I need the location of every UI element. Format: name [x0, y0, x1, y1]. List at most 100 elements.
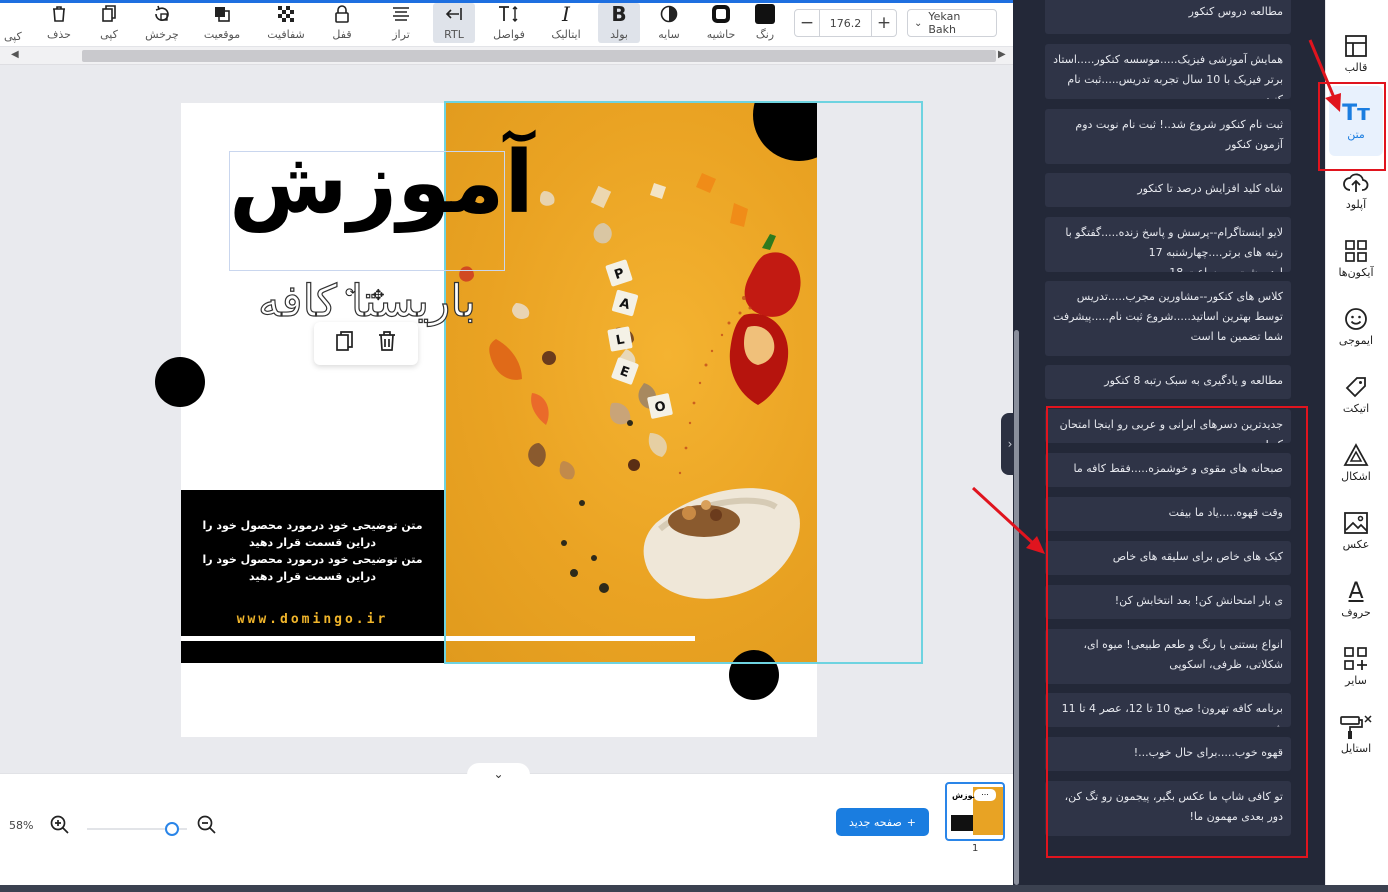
text-template-item[interactable]: شاه کلید افزایش درصد تا کنکور	[1045, 173, 1291, 207]
font-family-select[interactable]: ⌄ Yekan Bakh	[907, 9, 997, 37]
text-template-item[interactable]: جدیدترین دسرهای ایرانی و عربی رو اینجا ا…	[1045, 409, 1291, 443]
new-page-label: صفحه جدید	[848, 815, 902, 829]
rail-image[interactable]: عکس	[1329, 510, 1383, 551]
border-button[interactable]: حاشیه	[706, 3, 736, 43]
move-handle-icon[interactable]: ✥	[372, 286, 385, 304]
rail-tag[interactable]: اتیکت	[1329, 374, 1383, 415]
lock-button[interactable]: قفل	[329, 3, 355, 43]
element-context-menu	[314, 322, 418, 365]
spacing-button[interactable]: فواصل	[490, 3, 528, 43]
promo-text-line-4[interactable]: دراین قسمت قرار دهید	[181, 570, 444, 583]
text-template-item[interactable]: ثبت نام کنکور شروع شد..! ثبت نام نوبت دو…	[1045, 109, 1291, 164]
text-template-item[interactable]: مطالعه و یادگیری به سبک رتبه 8 کنکور	[1045, 365, 1291, 399]
font-size-stepper[interactable]: − 176.2 +	[794, 9, 897, 37]
minus-icon[interactable]: −	[795, 10, 819, 36]
rail-icons[interactable]: آیکون‌ها	[1329, 238, 1383, 279]
text-template-item[interactable]: لایو اینستاگرام--پرسش و پاسخ زنده.....گف…	[1045, 217, 1291, 272]
rail-upload-label: آپلود	[1345, 198, 1367, 211]
border-icon	[711, 3, 731, 25]
color-button[interactable]: رنگ	[752, 3, 778, 43]
duplicate-icon[interactable]	[335, 330, 355, 357]
text-template-item[interactable]: صبحانه های مقوی و خوشمزه.....فقط کافه ما	[1045, 453, 1291, 487]
shapes-icon	[1343, 442, 1369, 468]
text-template-item[interactable]: همایش آموزشی فیزیک.....موسسه کنکور.....ا…	[1045, 44, 1291, 99]
rail-upload[interactable]: آپلود	[1329, 170, 1383, 211]
collapse-tab[interactable]: ⌄	[467, 763, 530, 785]
copy-icon	[101, 3, 117, 25]
text-template-item[interactable]: کلاس های کنکور--مشاورین مجرب.....تدریس ت…	[1045, 281, 1291, 356]
scroll-right-icon[interactable]: ▶	[998, 49, 1006, 60]
text-template-item[interactable]: مطالعه دروس کنکور	[1045, 0, 1291, 34]
plus-icon[interactable]: +	[872, 10, 896, 36]
font-size-value[interactable]: 176.2	[819, 10, 872, 36]
text-template-item[interactable]: ی بار امتحانش کن! بعد انتخابش کن!	[1045, 585, 1291, 619]
rail-tag-label: اتیکت	[1342, 402, 1370, 415]
copy-button[interactable]: کپی	[95, 3, 123, 43]
promo-text-line-3[interactable]: متن توضیحی خود درمورد محصول خود را	[181, 553, 444, 566]
decor-circle-bottom[interactable]	[729, 650, 779, 700]
template-icon	[1344, 33, 1368, 59]
decor-circle-left[interactable]	[155, 357, 205, 407]
copy-label-partial: کپی	[4, 30, 22, 43]
trash-icon[interactable]	[377, 330, 397, 357]
plus-icon: +	[906, 815, 917, 829]
bold-label: بولد	[610, 28, 628, 41]
rotate-label: چرخش	[145, 28, 179, 41]
position-button[interactable]: موقعیت	[201, 3, 243, 43]
text-template-item[interactable]: قهوه خوب.....برای حال خوب...!	[1045, 737, 1291, 771]
rtl-button[interactable]: RTL	[433, 3, 475, 43]
chevron-down-icon: ⌄	[493, 767, 504, 781]
italic-button[interactable]: I ایتالیک	[547, 3, 585, 43]
rail-shapes[interactable]: اشکال	[1329, 442, 1383, 483]
scrollbar-thumb[interactable]	[82, 50, 996, 62]
align-button[interactable]: تراز	[388, 3, 414, 43]
zoom-in-icon[interactable]	[50, 815, 70, 840]
spacing-label: فواصل	[493, 28, 525, 41]
thumbnail-menu-icon[interactable]: ...	[974, 789, 996, 801]
rotate-icon	[152, 3, 172, 25]
promo-text-line-1[interactable]: متن توضیحی خود درمورد محصول خود را	[181, 519, 444, 532]
rail-letters[interactable]: A حروف	[1329, 578, 1383, 620]
rail-text[interactable]: Tт متن	[1329, 100, 1383, 142]
new-page-button[interactable]: صفحه جدید +	[836, 808, 929, 836]
decor-line[interactable]	[181, 636, 695, 641]
text-icon: Tт	[1342, 100, 1370, 126]
chevron-right-icon: ›	[1007, 437, 1013, 451]
editor-root: کپی حذف کپی چرخش موقعیت شفافیت قفل تراز …	[0, 0, 1388, 892]
bold-button[interactable]: B بولد	[598, 3, 640, 43]
text-template-item[interactable]: انواع بستنی با رنگ و طعم طبیعی! میوه ای،…	[1045, 629, 1291, 684]
horizontal-scrollbar[interactable]: ◀ ▶	[0, 47, 1013, 65]
rotate-button[interactable]: چرخش	[145, 3, 179, 43]
rtl-label: RTL	[444, 28, 464, 41]
rail-emoji[interactable]: ایموجی	[1329, 306, 1383, 347]
rail-more[interactable]: سایر	[1329, 646, 1383, 687]
chevron-down-icon: ⌄	[914, 17, 923, 29]
rotate-handle-icon[interactable]: ⟳	[345, 286, 356, 301]
website-url[interactable]: www.domingo.ir	[181, 612, 444, 627]
page-thumbnail[interactable]: آموزش ...	[945, 782, 1005, 841]
text-template-item[interactable]: برنامه کافه تهرون! صبح 10 تا 12، عصر 4 ت…	[1045, 693, 1291, 727]
color-label: رنگ	[755, 28, 775, 41]
scroll-left-icon[interactable]: ◀	[11, 49, 19, 60]
delete-button[interactable]: حذف	[45, 3, 73, 43]
page-number: 1	[972, 843, 979, 854]
rail-template[interactable]: قالب	[1329, 33, 1383, 74]
text-template-item[interactable]: وقت قهوه.....یاد ما بیفت	[1045, 497, 1291, 531]
border-label: حاشیه	[706, 28, 736, 41]
zoom-out-icon[interactable]	[197, 815, 217, 840]
trash-icon	[51, 3, 67, 25]
design-subtitle[interactable]: باریستا کافه	[229, 279, 505, 324]
shadow-button[interactable]: سایه	[656, 3, 682, 43]
design-title[interactable]: آموزش	[229, 140, 534, 226]
text-template-item[interactable]: کیک های خاص برای سلیقه های خاص	[1045, 541, 1291, 575]
checker-icon	[278, 3, 294, 25]
bold-icon: B	[611, 2, 627, 26]
opacity-button[interactable]: شفافیت	[265, 3, 307, 43]
delete-label: حذف	[47, 28, 71, 41]
zoom-slider-handle[interactable]	[165, 822, 179, 836]
promo-text-line-2[interactable]: دراین قسمت قرار دهید	[181, 536, 444, 549]
panel-scrollbar[interactable]	[1014, 330, 1019, 885]
rail-style[interactable]: استایل	[1329, 714, 1383, 755]
text-template-item[interactable]: تو کافی شاپ ما عکس بگیر، پیجمون رو تگ کن…	[1045, 781, 1291, 836]
more-icon	[1344, 646, 1368, 672]
